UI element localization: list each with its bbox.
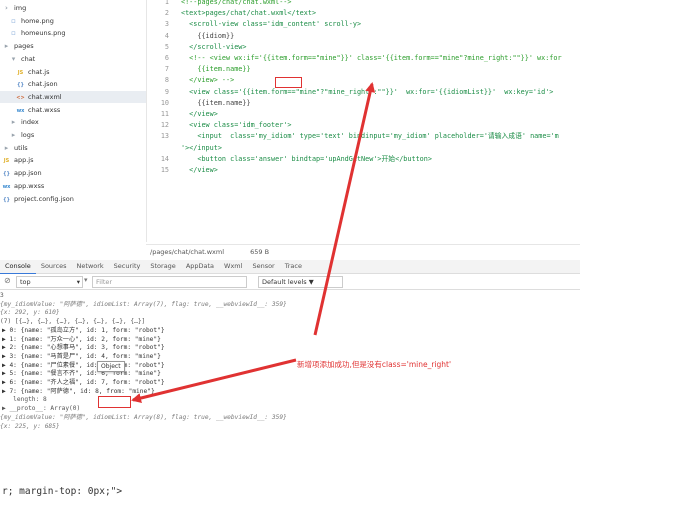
bottom-code-fragment: r; margin-top: 0px;"> [2, 486, 123, 497]
arrow-to-console [131, 358, 297, 403]
annotation-arrows [131, 82, 376, 403]
arrow-to-code [313, 82, 376, 336]
annotation-text: 新增项添加成功,但是没有class='mine_right' [297, 360, 452, 369]
